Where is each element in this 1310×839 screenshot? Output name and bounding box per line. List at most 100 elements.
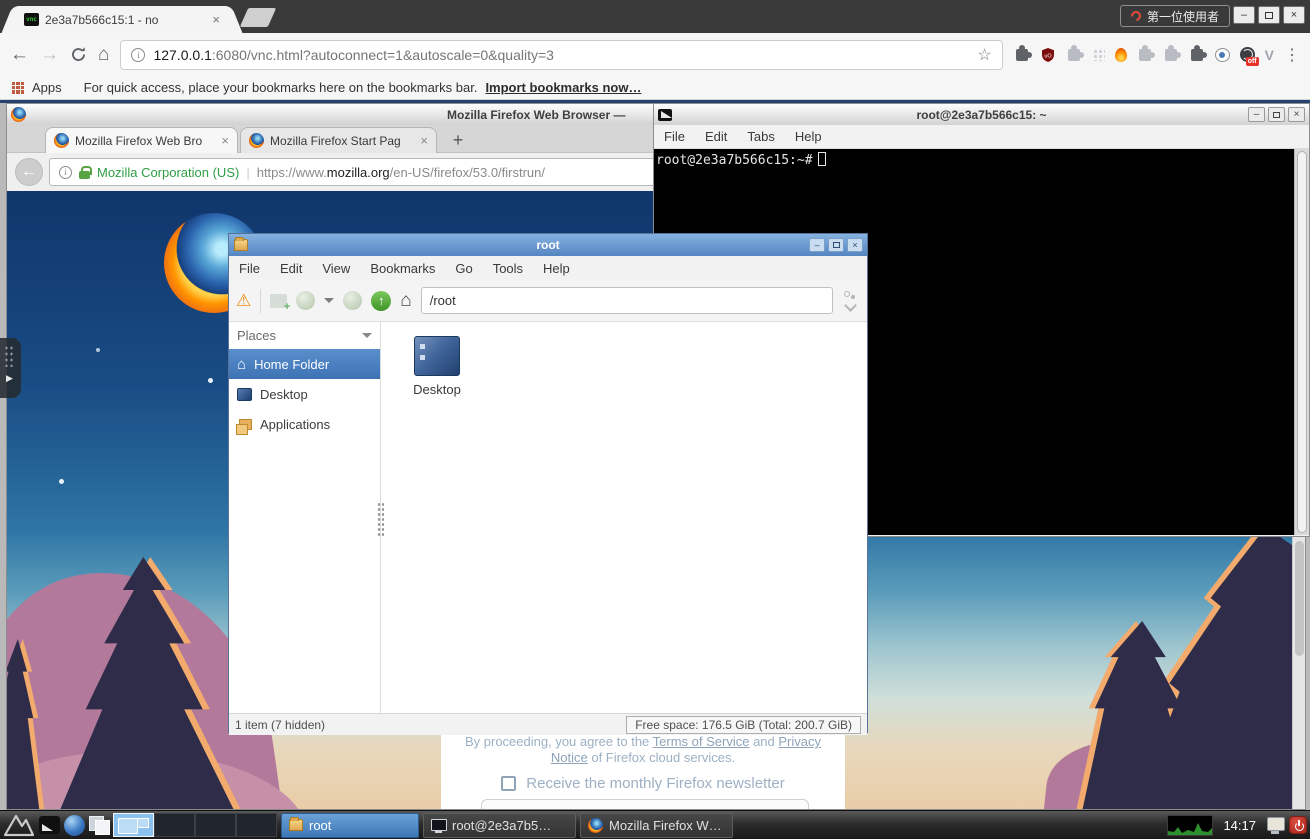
new-tab-icon[interactable] [270,294,287,308]
bookmark-star-icon[interactable]: ☆ [977,45,991,65]
screen-lock-icon[interactable] [1266,817,1285,834]
maximize-button[interactable] [1258,6,1280,24]
maximize-button[interactable] [1268,107,1285,122]
menu-help[interactable]: Help [533,261,580,276]
close-button[interactable]: × [1288,107,1305,122]
sidebar-splitter-grip[interactable] [377,502,384,538]
app-menu-icon[interactable] [3,813,35,837]
site-identity[interactable]: Mozilla Corporation (US) [97,165,239,180]
terminal-titlebar[interactable]: root@2e3a7b566c15: ~ – × [654,104,1309,125]
privacy-notice-link[interactable]: Notice [551,750,588,765]
taskbar-button-file-manager[interactable]: root [281,813,419,838]
firefox-back-button[interactable]: ← [15,158,43,186]
fm-toolbar: ⚠ ↑ ⌂ /root [229,280,867,322]
file-manager-window[interactable]: root – × File Edit View Bookmarks Go Too… [228,233,868,733]
novnc-panel-handle[interactable]: ▶ [0,338,21,398]
menu-tabs[interactable]: Tabs [737,129,784,144]
extension-puzzle-icon[interactable] [1016,49,1028,61]
file-item-desktop[interactable]: Desktop [401,336,473,397]
extension-grid-icon[interactable] [1092,48,1105,61]
tab-title: Mozilla Firefox Start Pag [270,134,414,148]
pager-desktop-2[interactable] [154,813,195,837]
minimize-button[interactable]: – [1248,107,1265,122]
firefox-tab-inactive[interactable]: Mozilla Firefox Start Pag × [240,127,437,153]
apps-grid-icon[interactable] [12,82,24,94]
new-tab-button[interactable] [240,8,276,27]
extension-puzzle-icon[interactable] [1191,49,1203,61]
menu-file[interactable]: File [654,129,695,144]
forward-icon[interactable] [343,291,362,310]
close-button[interactable]: × [1283,6,1305,24]
ublock-shield-icon[interactable]: uO [1040,47,1056,63]
menu-bookmarks[interactable]: Bookmarks [360,261,445,276]
form-button-partial[interactable] [481,799,809,809]
sidebar-item-label: Home Folder [254,357,329,372]
task-label: Mozilla Firefox W… [609,818,722,833]
apps-label[interactable]: Apps [32,80,62,95]
go-icon[interactable] [842,291,860,311]
web-browser-icon[interactable] [64,815,85,836]
pager-desktop-3[interactable] [195,813,236,837]
close-button[interactable]: × [847,238,863,252]
home-icon[interactable]: ⌂ [400,290,411,312]
menu-view[interactable]: View [312,261,360,276]
scrollbar-thumb[interactable] [1295,541,1304,656]
chrome-tab[interactable]: vnc 2e3a7b566c15:1 - no × [16,6,228,33]
chrome-menu-icon[interactable]: ⋮ [1284,45,1300,65]
reload-icon[interactable] [70,46,87,63]
tab-close-icon[interactable]: × [420,133,428,148]
home-icon[interactable]: ⌂ [98,45,109,64]
page-info-icon[interactable]: i [59,166,72,179]
places-header[interactable]: Places [229,322,380,349]
pager-desktop-4[interactable] [236,813,277,837]
tab-close-icon[interactable]: × [221,133,229,148]
file-manager-titlebar[interactable]: root – × [229,234,867,256]
extension-puzzle-icon[interactable] [1068,49,1080,61]
chevron-extension-icon[interactable]: V [1265,47,1274,63]
terminal-scrollbar[interactable] [1294,149,1309,535]
tab-close-icon[interactable]: × [212,12,220,27]
back-icon[interactable] [296,291,315,310]
applications-icon [239,419,252,430]
back-icon[interactable]: ← [10,45,29,64]
extension-puzzle-icon[interactable] [1165,49,1177,61]
show-desktop-icon[interactable] [39,816,60,834]
url-bar[interactable]: i 127.0.0.1:6080/vnc.html?autoconnect=1&… [120,40,1002,70]
up-icon[interactable]: ↑ [371,291,391,311]
scrollbar-thumb[interactable] [1297,151,1307,533]
terms-of-service-link[interactable]: Terms of Service [653,734,750,749]
maximize-button[interactable] [828,238,844,252]
window-layers-icon[interactable] [89,816,109,834]
menu-file[interactable]: File [229,261,270,276]
firefox-tab-active[interactable]: Mozilla Firefox Web Bro × [45,127,238,153]
menu-edit[interactable]: Edit [695,129,737,144]
menu-edit[interactable]: Edit [270,261,312,276]
taskbar-button-firefox[interactable]: Mozilla Firefox W… [580,813,733,838]
newsletter-checkbox[interactable] [501,776,516,791]
extension-puzzle-icon[interactable] [1139,49,1151,61]
new-tab-icon[interactable]: + [445,129,471,151]
privacy-link[interactable]: Privacy [778,734,821,749]
sidebar-item-applications[interactable]: Applications [229,409,380,439]
page-info-icon[interactable]: i [131,48,145,62]
firefox-url: https://www.mozilla.org/en-US/firefox/53… [257,165,545,180]
taskbar-button-terminal[interactable]: root@2e3a7b5… [423,813,576,838]
power-button[interactable] [1289,816,1307,834]
chat-bubble-extension-icon[interactable] [1215,48,1230,62]
cpu-monitor[interactable] [1167,815,1213,836]
minimize-button[interactable]: – [1233,6,1255,24]
menu-help[interactable]: Help [785,129,832,144]
profile-chip[interactable]: 第一位使用者 [1120,5,1230,27]
sidebar-item-home-folder[interactable]: ⌂ Home Folder [229,349,380,379]
menu-tools[interactable]: Tools [483,261,533,276]
minimize-button[interactable]: – [809,238,825,252]
history-chevron-icon[interactable] [324,298,334,308]
video-download-extension-icon[interactable]: off [1240,47,1255,62]
pager-desktop-1[interactable] [113,813,154,837]
fm-path-input[interactable]: /root [421,287,833,314]
sidebar-item-desktop[interactable]: Desktop [229,379,380,409]
import-bookmarks-link[interactable]: Import bookmarks now… [485,80,641,95]
menu-go[interactable]: Go [445,261,482,276]
flame-extension-icon[interactable] [1115,48,1127,62]
forward-icon[interactable]: → [40,45,59,64]
